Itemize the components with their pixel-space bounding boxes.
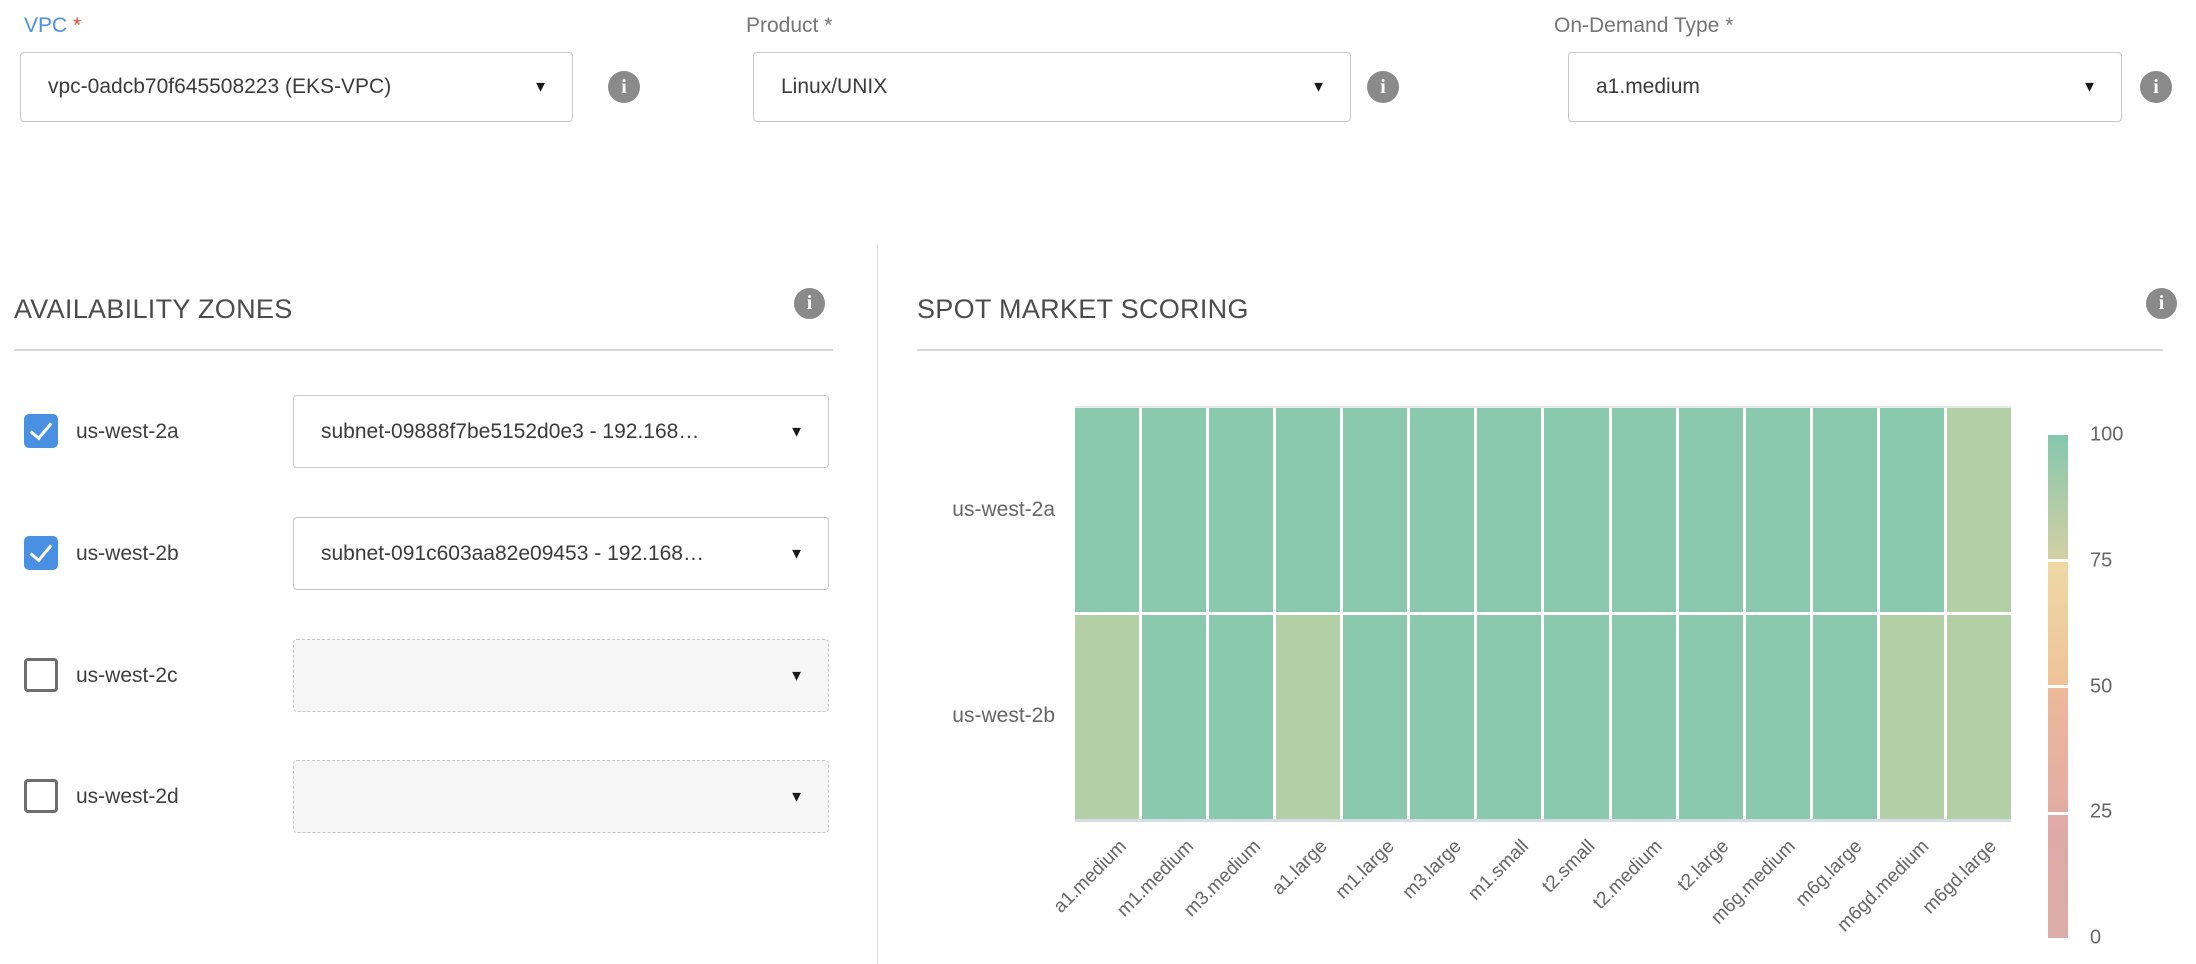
chevron-down-icon: ▼ [1311,80,1326,95]
heatmap-colorbar [2048,435,2068,938]
required-asterisk: * [73,14,81,37]
heatmap-cell [1880,408,1944,612]
availability-zones-info-icon[interactable]: i [794,288,825,319]
colorbar-segment [2048,815,2068,939]
az-zone-label: us-west-2d [76,760,179,833]
subnet-select[interactable]: subnet-09888f7be5152d0e3 - 192.168… ▼ [293,395,829,468]
on-demand-type-info-icon[interactable]: i [2140,71,2172,103]
az-checkbox[interactable] [24,779,58,813]
heatmap-cell [1544,408,1608,612]
vpc-label: VPC * [24,14,81,38]
heatmap-cell [1142,408,1206,612]
panel-divider [877,245,878,964]
availability-zone-row: us-west-2b subnet-091c603aa82e09453 - 19… [0,517,877,590]
heatmap-y-label: us-west-2a [925,498,1055,522]
heatmap-cell [1947,408,2011,612]
heatmap-cell [1075,615,1139,819]
subnet-select[interactable]: subnet-091c603aa82e09453 - 192.168… ▼ [293,517,829,590]
az-zone-label: us-west-2a [76,395,179,468]
heatmap-cell [1544,615,1608,819]
heatmap-cell [1679,408,1743,612]
heatmap-x-label: t2.small [1538,836,1600,898]
heatmap-x-label: m1.small [1464,836,1533,905]
on-demand-type-select-value: a1.medium [1596,53,1700,121]
heatmap-x-label: m1.large [1332,836,1400,904]
heatmap-x-label: m3.large [1398,836,1466,904]
heatmap-cell [1410,408,1474,612]
heatmap-cell [1612,408,1676,612]
colorbar-tick-label: 75 [2090,549,2112,572]
heatmap-cell [1343,408,1407,612]
heatmap-cell [1612,615,1676,819]
availability-zone-row: us-west-2a subnet-09888f7be5152d0e3 - 19… [0,395,877,468]
chevron-down-icon: ▼ [789,424,804,439]
chevron-down-icon: ▼ [789,789,804,804]
heatmap-cell [1209,615,1273,819]
heatmap-cell [1276,408,1340,612]
subnet-select-value: subnet-091c603aa82e09453 - 192.168… [321,518,704,589]
heatmap-cell [1813,615,1877,819]
spot-market-scoring-divider [917,349,2163,351]
chevron-down-icon: ▼ [533,80,548,95]
vpc-select[interactable]: vpc-0adcb70f645508223 (EKS-VPC) ▼ [20,52,573,122]
az-checkbox[interactable] [24,658,58,692]
required-asterisk: * [1725,14,1733,37]
required-asterisk: * [824,14,832,37]
heatmap-cell [1209,408,1273,612]
heatmap-cell [1679,615,1743,819]
heatmap-cell [1343,615,1407,819]
spot-market-scoring-info-icon[interactable]: i [2146,288,2177,319]
subnet-select-value: subnet-09888f7be5152d0e3 - 192.168… [321,396,699,467]
heatmap-cell [1947,615,2011,819]
heatmap-cell [1075,408,1139,612]
heatmap-cell [1880,615,1944,819]
product-select[interactable]: Linux/UNIX ▼ [753,52,1351,122]
colorbar-segment [2048,688,2068,812]
spot-market-scoring-title: SPOT MARKET SCORING [917,294,1249,325]
heatmap-cell [1142,615,1206,819]
heatmap-y-label: us-west-2b [925,704,1055,728]
spot-instance-config-screen: VPC * vpc-0adcb70f645508223 (EKS-VPC) ▼ … [0,0,2196,964]
chevron-down-icon: ▼ [789,546,804,561]
availability-zones-divider [14,349,833,351]
heatmap-cell [1410,615,1474,819]
subnet-select[interactable]: ▼ [293,639,829,712]
az-checkbox[interactable] [24,414,58,448]
availability-zones-title: AVAILABILITY ZONES [14,294,293,325]
colorbar-segment [2048,562,2068,686]
colorbar-tick-label: 50 [2090,675,2112,698]
colorbar-tick-label: 100 [2090,424,2123,447]
vpc-select-value: vpc-0adcb70f645508223 (EKS-VPC) [48,53,391,121]
colorbar-tick-label: 25 [2090,801,2112,824]
heatmap-cell [1746,615,1810,819]
colorbar-segment [2048,435,2068,559]
heatmap-x-label: a1.large [1268,836,1332,900]
heatmap-cell [1477,615,1541,819]
heatmap-cell [1276,615,1340,819]
heatmap [1075,406,2011,822]
on-demand-type-label: On-Demand Type * [1554,14,1733,38]
on-demand-type-select[interactable]: a1.medium ▼ [1568,52,2122,122]
heatmap-cell [1746,408,1810,612]
subnet-select[interactable]: ▼ [293,760,829,833]
vpc-info-icon[interactable]: i [608,71,640,103]
product-select-value: Linux/UNIX [781,53,887,121]
heatmap-cell [1813,408,1877,612]
product-info-icon[interactable]: i [1367,71,1399,103]
heatmap-cell [1477,408,1541,612]
availability-zone-row: us-west-2c ▼ [0,639,877,712]
az-zone-label: us-west-2c [76,639,178,712]
availability-zone-row: us-west-2d ▼ [0,760,877,833]
chevron-down-icon: ▼ [789,668,804,683]
az-checkbox[interactable] [24,536,58,570]
az-zone-label: us-west-2b [76,517,179,590]
heatmap-x-label: t2.medium [1589,836,1667,914]
colorbar-tick-label: 0 [2090,927,2101,950]
chevron-down-icon: ▼ [2082,80,2097,95]
product-label: Product * [746,14,832,38]
heatmap-x-label: t2.large [1673,836,1733,896]
heatmap-grid [1075,408,2011,819]
